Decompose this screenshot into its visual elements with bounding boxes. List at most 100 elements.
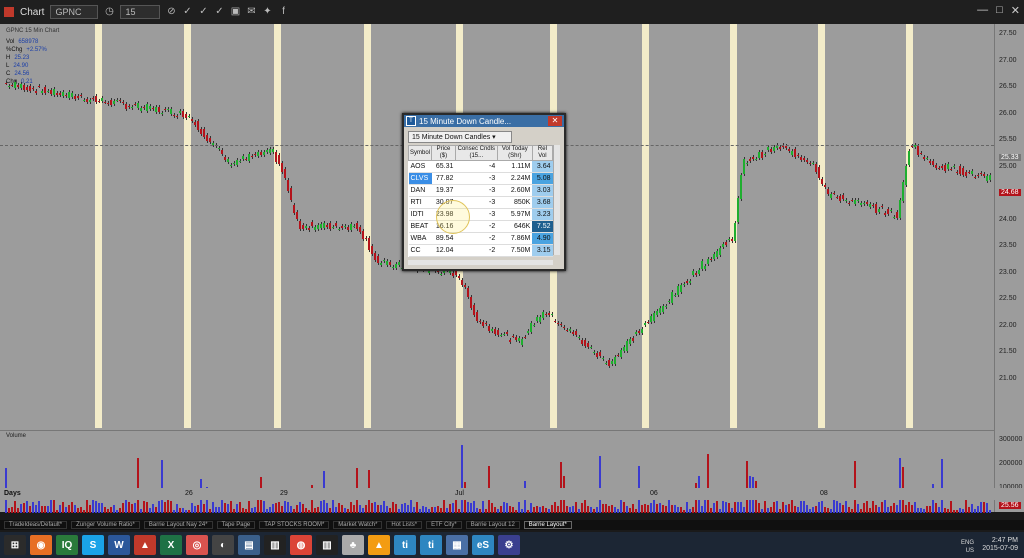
scanner-column-header[interactable]: Symbol: [407, 145, 433, 161]
screenshot-icon[interactable]: ▣: [230, 7, 240, 17]
candle: [239, 160, 241, 162]
candle: [392, 267, 394, 269]
window-tab[interactable]: Barrie Layout Nay 24*: [143, 521, 213, 529]
scanner-column-header[interactable]: Consec Cndls (15...: [454, 145, 498, 161]
window-tab[interactable]: Zunger Volume Ratio*: [71, 521, 140, 529]
volume-bar: [905, 505, 907, 513]
volume-bar: [431, 506, 433, 513]
twitter-icon[interactable]: ✦: [262, 7, 272, 17]
ti2-icon[interactable]: ti: [420, 535, 442, 555]
scanner-column-header[interactable]: Vol Today (Shr): [496, 145, 533, 161]
scanner-cell: 7.52: [532, 220, 553, 233]
window-tab[interactable]: Hot Lists*: [386, 521, 423, 529]
screen-icon[interactable]: ▦: [446, 535, 468, 555]
candle: [623, 346, 625, 351]
check3-icon[interactable]: ✓: [214, 7, 224, 17]
close-button[interactable]: ✕: [1011, 4, 1020, 17]
scanner-window[interactable]: T 15 Minute Down Candle... ✕ 15 Minute D…: [402, 113, 566, 271]
window-tab[interactable]: TAP STOCKS ROOM*: [259, 521, 330, 529]
pdf-icon[interactable]: ▲: [134, 535, 156, 555]
volume-bar: [71, 502, 73, 513]
candle: [683, 284, 685, 286]
scanner-row[interactable]: CC 12.04 -2 7.50M 3.15: [408, 244, 553, 257]
scanner-row[interactable]: RTI 30.07 -3 850K 3.68: [408, 196, 553, 209]
window-tab[interactable]: ETF City*: [426, 521, 462, 529]
skype-icon[interactable]: S: [82, 535, 104, 555]
scanner-column-header[interactable]: Rel Vol: [531, 145, 554, 161]
candle: [5, 83, 7, 85]
timeframe-input[interactable]: 15: [120, 5, 161, 19]
scanner-cell: 3.23: [532, 208, 553, 221]
window-tab[interactable]: Barrie Layout 12: [465, 521, 520, 529]
window-tab[interactable]: Market Watch*: [333, 521, 383, 529]
price-axis[interactable]: 27.5027.0026.5026.0025.5025.0024.5024.00…: [994, 24, 1024, 512]
firefox-icon[interactable]: ◉: [30, 535, 52, 555]
start-icon[interactable]: ⊞: [4, 535, 26, 555]
scanner-column-header[interactable]: Price ($): [431, 145, 456, 161]
clock-icon[interactable]: ◷: [104, 7, 114, 17]
candle: [530, 322, 532, 332]
volume-bar: [164, 501, 166, 513]
check-icon[interactable]: ✓: [182, 7, 192, 17]
time-axis[interactable]: Days 26 29 Jul 06 08: [0, 488, 1024, 500]
scanner-row[interactable]: BEAT 16.16 -2 646K 7.52: [408, 220, 553, 233]
scanner-row[interactable]: DAN 19.37 -3 2.60M 3.03: [408, 184, 553, 197]
zoom-icon[interactable]: ⊘: [166, 7, 176, 17]
volume-bar: [641, 504, 643, 513]
window-tab[interactable]: Barrie Layout*: [523, 521, 572, 529]
candle: [464, 284, 466, 287]
settings-icon[interactable]: ⚙: [498, 535, 520, 555]
poker-icon[interactable]: ♣: [342, 535, 364, 555]
check2-icon[interactable]: ✓: [198, 7, 208, 17]
volume-bar: [77, 507, 79, 513]
candle: [689, 280, 691, 284]
scanner-row[interactable]: WBA 89.54 -2 7.86M 4.90: [408, 232, 553, 245]
chart-icon[interactable]: ▥: [264, 535, 286, 555]
candle: [308, 227, 310, 230]
volume-pane[interactable]: Volume: [0, 430, 994, 513]
volume-bar: [797, 507, 799, 513]
candle: [905, 165, 907, 185]
share-icon[interactable]: ✉: [246, 7, 256, 17]
es-icon[interactable]: eS: [472, 535, 494, 555]
candle: [107, 103, 109, 105]
scanner-hscrollbar[interactable]: [408, 260, 553, 265]
window-tab[interactable]: Tape Page: [216, 521, 256, 529]
readout-key: Vol: [6, 39, 15, 45]
excel-icon[interactable]: X: [160, 535, 182, 555]
monitor-icon[interactable]: ▤: [238, 535, 260, 555]
scanner-row[interactable]: AOS 65.31 -4 1.11M 3.64: [408, 160, 553, 173]
scanner-row[interactable]: IDTI 23.98 -3 5.97M 3.23: [408, 208, 553, 221]
language-indicator[interactable]: ENG US: [961, 539, 974, 555]
volume-bar: [737, 502, 739, 513]
candle: [752, 156, 754, 160]
volume-bar: [56, 509, 58, 513]
iq-icon[interactable]: IQ: [56, 535, 78, 555]
window-tab[interactable]: TradeIdeas/Default*: [4, 521, 68, 529]
window-title: Chart: [20, 6, 45, 18]
maximize-button[interactable]: □: [996, 4, 1003, 17]
browser-icon[interactable]: ◎: [186, 535, 208, 555]
volume-bar: [788, 504, 790, 513]
volume-bar: [371, 502, 373, 513]
chart2-icon[interactable]: ▥: [316, 535, 338, 555]
candle: [533, 325, 535, 327]
vlc-icon[interactable]: ▲: [368, 535, 390, 555]
volume-bar: [668, 500, 670, 513]
volume-bar: [623, 502, 625, 513]
word-icon[interactable]: W: [108, 535, 130, 555]
scanner-close-button[interactable]: ✕: [548, 116, 562, 126]
chrome-icon[interactable]: ◍: [290, 535, 312, 555]
scanner-row[interactable]: CLVS 77.82 -3 2.24M 5.08: [408, 172, 553, 185]
ti-icon[interactable]: ti: [394, 535, 416, 555]
candle: [59, 92, 61, 95]
scanner-dropdown[interactable]: 15 Minute Down Candles ▾: [408, 131, 512, 143]
minimize-button[interactable]: —: [977, 4, 988, 17]
candle: [596, 352, 598, 357]
volume-bar: [842, 504, 844, 513]
volume-bar: [386, 506, 388, 513]
symbol-input[interactable]: GPNC: [50, 5, 99, 19]
media-icon[interactable]: ◐: [212, 535, 234, 555]
facebook-icon[interactable]: f: [278, 7, 288, 17]
scanner-vscrollbar[interactable]: [553, 145, 560, 255]
